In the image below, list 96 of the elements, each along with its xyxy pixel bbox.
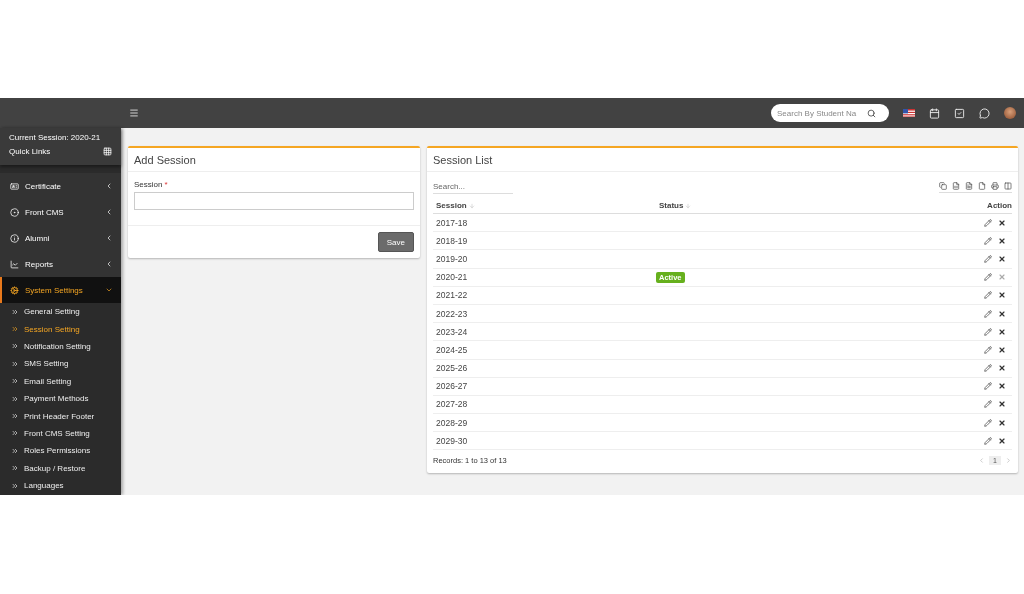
double-chevron-icon — [11, 464, 19, 473]
panel-title: Session List — [433, 153, 493, 166]
spreadsheet-icon[interactable] — [952, 181, 960, 190]
edit-icon[interactable] — [984, 400, 992, 409]
session-cell-text: 2026-27 — [435, 381, 469, 392]
delete-icon[interactable] — [998, 309, 1006, 318]
delete-icon[interactable] — [998, 254, 1006, 263]
double-chevron-icon — [11, 481, 19, 490]
double-chevron-icon — [11, 325, 19, 334]
delete-icon[interactable] — [998, 400, 1006, 409]
info-icon — [10, 233, 19, 243]
sidebar-item[interactable]: Reports — [0, 251, 121, 277]
delete-icon[interactable] — [998, 291, 1006, 300]
field-label: Session * — [134, 180, 169, 189]
flag-icon[interactable] — [903, 109, 915, 117]
id-card-icon — [10, 181, 19, 191]
save-button[interactable]: Save — [377, 232, 414, 252]
session-input-field[interactable] — [134, 192, 414, 210]
delete-icon[interactable] — [998, 345, 1006, 354]
sidebar-subitem[interactable]: Front CMS Setting — [0, 424, 121, 443]
edit-icon[interactable] — [984, 345, 992, 354]
session-cell-text: 2022-23 — [435, 308, 469, 319]
delete-icon[interactable] — [998, 364, 1006, 373]
circle-dot-icon — [10, 207, 19, 217]
sidebar-subitem[interactable]: Notification Setting — [0, 337, 121, 356]
sidebar-subitem[interactable]: Email Setting — [0, 372, 121, 390]
delete-icon[interactable] — [998, 382, 1006, 391]
double-chevron-icon — [11, 394, 19, 403]
menu-icon[interactable] — [129, 108, 139, 118]
sidebar-item[interactable]: Alumni — [0, 225, 121, 251]
edit-icon[interactable] — [984, 418, 992, 427]
double-chevron-icon — [11, 429, 19, 438]
edit-icon[interactable] — [984, 327, 992, 336]
double-chevron-icon — [11, 359, 19, 368]
edit-icon[interactable] — [984, 273, 992, 282]
current-session: Current Session: 2020-21 — [9, 133, 102, 142]
panel-title: Add Session — [134, 153, 196, 166]
calendar-icon[interactable] — [929, 107, 940, 119]
student-search-box[interactable]: Search By Student Na — [771, 104, 889, 122]
session-cell-text: 2020-21 — [435, 272, 469, 283]
double-chevron-icon — [11, 412, 19, 421]
sidebar-item[interactable]: Front CMS — [0, 199, 121, 225]
edit-icon[interactable] — [984, 254, 992, 263]
session-cell-text: 2021-22 — [435, 290, 469, 301]
sidebar-item[interactable]: System Settings — [0, 277, 121, 303]
column-header: Action — [987, 201, 1012, 210]
copy-icon[interactable] — [939, 181, 947, 190]
column-header[interactable]: Status — [659, 201, 684, 210]
session-cell-text: 2017-18 — [435, 217, 469, 228]
sidebar-subitem[interactable]: Print Header Footer — [0, 407, 121, 425]
quick-links[interactable]: Quick Links — [9, 147, 51, 156]
double-chevron-icon — [11, 446, 19, 455]
sidebar-subitem[interactable]: General Setting — [0, 303, 121, 321]
double-chevron-icon — [11, 377, 19, 386]
sidebar-subitem[interactable]: Roles Permissions — [0, 442, 121, 460]
sidebar-subitem[interactable]: SMS Setting — [0, 355, 121, 373]
columns-icon[interactable] — [1004, 181, 1012, 190]
delete-icon[interactable] — [998, 236, 1006, 245]
chart-icon — [10, 259, 19, 269]
delete-icon[interactable] — [998, 327, 1006, 336]
avatar[interactable] — [1004, 107, 1016, 119]
sidebar-subitem[interactable]: Session Setting — [0, 320, 121, 338]
student-search-field[interactable]: Search By Student Na — [777, 108, 867, 118]
delete-icon[interactable] — [998, 436, 1006, 445]
double-chevron-icon — [11, 307, 19, 316]
double-chevron-icon — [11, 342, 19, 351]
session-cell-text: 2027-28 — [435, 399, 469, 410]
edit-icon[interactable] — [984, 436, 992, 445]
sidebar-item[interactable]: Certificate — [0, 173, 121, 199]
edit-icon[interactable] — [984, 382, 992, 391]
print-icon[interactable] — [991, 181, 999, 190]
edit-icon[interactable] — [984, 364, 992, 373]
delete-icon[interactable] — [998, 218, 1006, 227]
chat-icon[interactable] — [979, 107, 990, 119]
search-icon[interactable] — [867, 108, 876, 118]
edit-icon[interactable] — [984, 291, 992, 300]
file-icon[interactable] — [978, 181, 986, 190]
grid-icon[interactable] — [103, 147, 112, 156]
sidebar-subitem[interactable]: Backup / Restore — [0, 459, 121, 477]
session-cell-text: 2024-25 — [435, 344, 469, 355]
session-cell-text: 2025-26 — [435, 363, 469, 374]
edit-icon[interactable] — [984, 218, 992, 227]
sidebar-subitem[interactable]: Languages — [0, 476, 121, 495]
checkbox-icon[interactable] — [954, 107, 965, 119]
session-cell-text: 2023-24 — [435, 326, 469, 337]
gears-icon — [10, 285, 19, 295]
column-header[interactable]: Session — [436, 201, 467, 210]
session-cell-text: 2029-30 — [435, 435, 469, 446]
session-cell-text: 2019-20 — [435, 253, 469, 264]
edit-icon[interactable] — [984, 236, 992, 245]
delete-icon[interactable] — [998, 418, 1006, 427]
session-cell-text: 2028-29 — [435, 417, 469, 428]
sidebar-subitem[interactable]: Payment Methods — [0, 389, 121, 408]
session-cell-text: 2018-19 — [435, 235, 469, 246]
edit-icon[interactable] — [984, 309, 992, 318]
document-icon[interactable] — [965, 181, 973, 190]
